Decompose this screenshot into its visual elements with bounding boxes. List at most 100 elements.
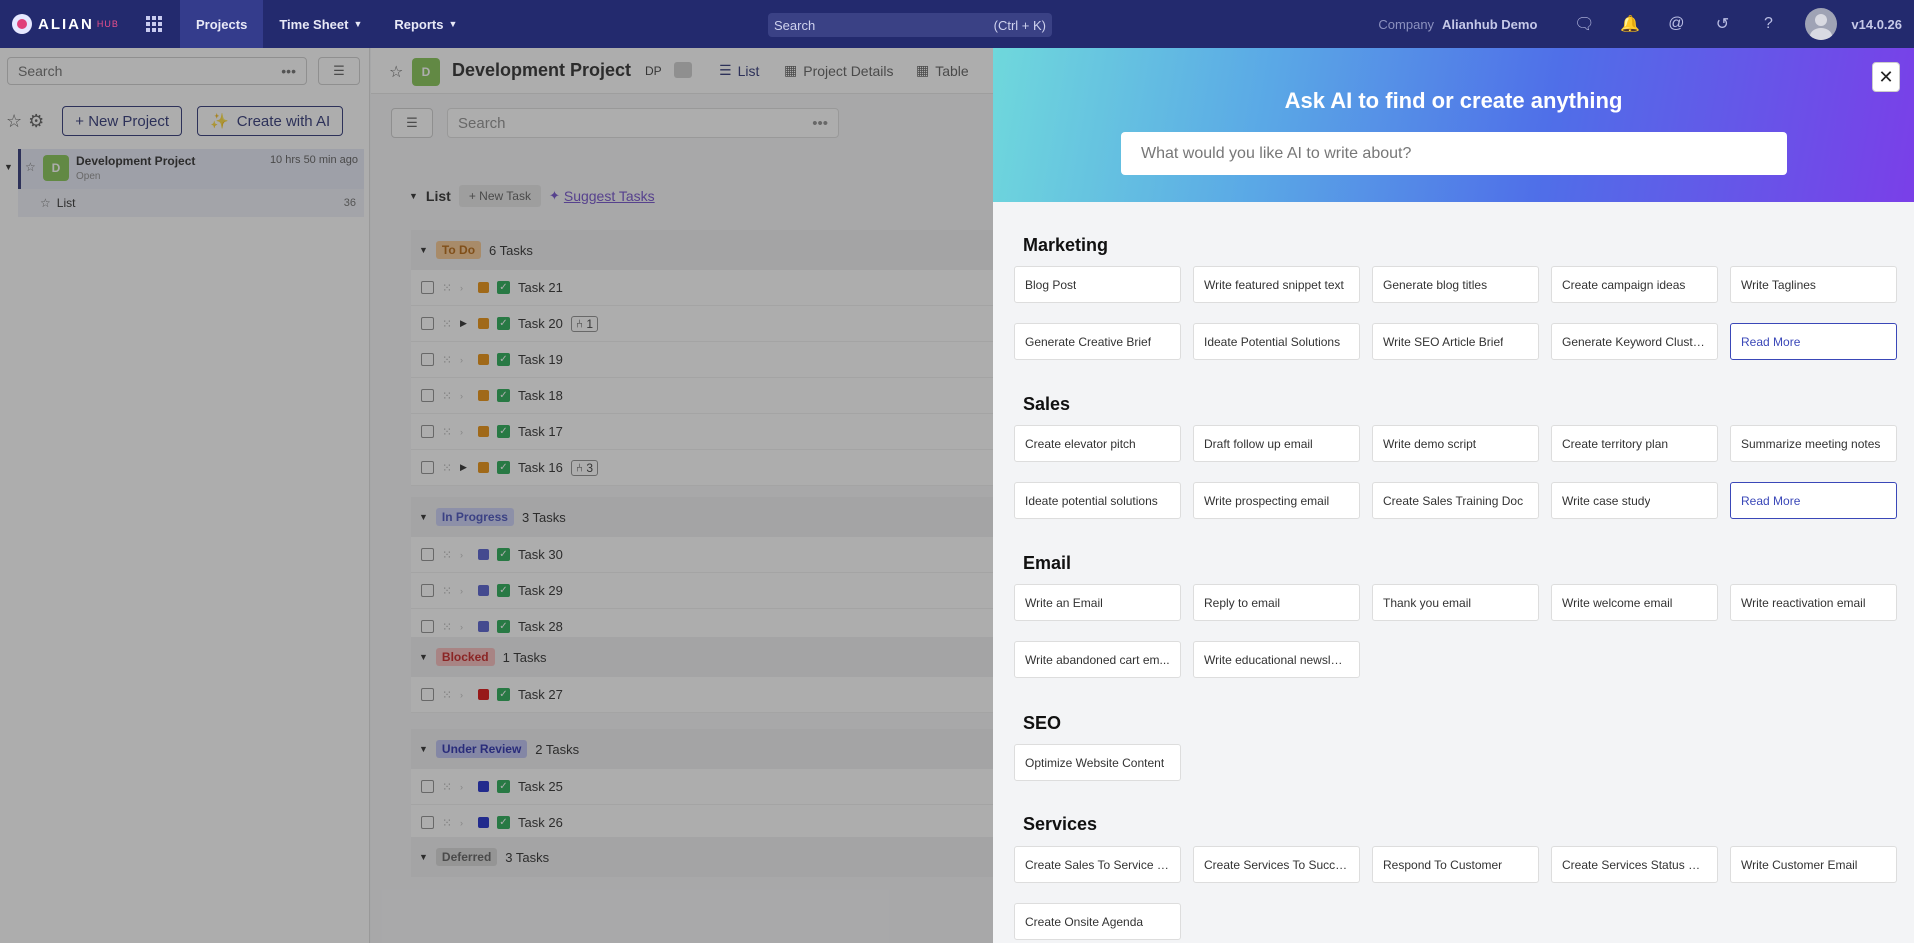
top-navbar: ALIAN HUB Projects Time Sheet ▼ Reports ▼ … bbox=[0, 0, 1914, 48]
prompt-card-label: Respond To Customer bbox=[1383, 857, 1503, 872]
close-button[interactable]: ✕ bbox=[1872, 62, 1900, 92]
prompt-card[interactable]: Write welcome email bbox=[1551, 584, 1718, 621]
bell-icon[interactable]: 🔔 bbox=[1619, 13, 1641, 35]
prompt-card[interactable]: Create campaign ideas bbox=[1551, 266, 1718, 303]
prompt-card[interactable]: Write Customer Email bbox=[1730, 846, 1897, 883]
prompt-card-label: Create Onsite Agenda bbox=[1025, 914, 1144, 929]
prompt-card-label: Create elevator pitch bbox=[1025, 436, 1136, 451]
top-right-controls: Company Alianhub Demo 🗨 🔔 @ ↺ ? v14.0.26 bbox=[1378, 0, 1902, 48]
prompt-card-label: Write case study bbox=[1562, 493, 1651, 508]
help-icon[interactable]: ? bbox=[1757, 13, 1779, 35]
global-search-placeholder: Search bbox=[774, 17, 816, 33]
section-title: Sales bbox=[1023, 394, 1071, 414]
prompt-card-label: Create Services To Succe... bbox=[1204, 857, 1349, 872]
prompt-card-grid: Optimize Website Content bbox=[1014, 744, 1894, 781]
prompt-card-label: Generate blog titles bbox=[1383, 277, 1488, 292]
global-search[interactable]: Search (Ctrl + K) bbox=[768, 13, 1052, 37]
prompt-card[interactable]: Write featured snippet text bbox=[1193, 266, 1360, 303]
prompt-card[interactable]: Optimize Website Content bbox=[1014, 744, 1181, 781]
prompt-card-label: Write reactivation email bbox=[1741, 595, 1866, 610]
prompt-card[interactable]: Generate blog titles bbox=[1372, 266, 1539, 303]
mention-icon[interactable]: @ bbox=[1665, 13, 1687, 35]
prompt-card-label: Create territory plan bbox=[1562, 436, 1669, 451]
close-icon: ✕ bbox=[1878, 66, 1894, 87]
prompt-card[interactable]: Summarize meeting notes bbox=[1730, 425, 1897, 462]
prompt-card[interactable]: Blog Post bbox=[1014, 266, 1181, 303]
version: v14.0.26 bbox=[1851, 16, 1902, 32]
nav-timesheet-label: Time Sheet bbox=[279, 16, 349, 32]
company-name[interactable]: Alianhub Demo bbox=[1442, 17, 1537, 32]
prompt-card[interactable]: Write Taglines bbox=[1730, 266, 1897, 303]
modal-backdrop[interactable] bbox=[0, 48, 993, 943]
prompt-card-label: Write educational newslet... bbox=[1204, 652, 1349, 667]
ai-prompt-input[interactable] bbox=[1121, 132, 1787, 175]
prompt-card-grid: Create elevator pitch Draft follow up ema… bbox=[1014, 425, 1897, 519]
prompt-card-label: Create Services Status Re... bbox=[1562, 857, 1707, 872]
prompt-card[interactable]: Create Services Status Re... bbox=[1551, 846, 1718, 883]
read-more-button[interactable]: Read More bbox=[1730, 482, 1897, 519]
prompt-card[interactable]: Respond To Customer bbox=[1372, 846, 1539, 883]
prompt-card[interactable]: Create elevator pitch bbox=[1014, 425, 1181, 462]
prompt-card[interactable]: Generate Keyword Clusters bbox=[1551, 323, 1718, 360]
section-title: Services bbox=[1023, 814, 1098, 834]
prompt-card-label: Write Customer Email bbox=[1741, 857, 1858, 872]
prompt-card-label: Write welcome email bbox=[1562, 595, 1673, 610]
prompt-card-label: Read More bbox=[1741, 493, 1801, 508]
logo[interactable]: ALIAN HUB bbox=[0, 14, 146, 34]
prompt-card-label: Generate Creative Brief bbox=[1025, 334, 1152, 349]
prompt-card[interactable]: Ideate Potential Solutions bbox=[1193, 323, 1360, 360]
prompt-card[interactable]: Write educational newslet... bbox=[1193, 641, 1360, 678]
prompt-card-label: Ideate potential solutions bbox=[1025, 493, 1158, 508]
prompt-card-label: Write Taglines bbox=[1741, 277, 1816, 292]
prompt-card[interactable]: Thank you email bbox=[1372, 584, 1539, 621]
prompt-card[interactable]: Write SEO Article Brief bbox=[1372, 323, 1539, 360]
prompt-card[interactable]: Write reactivation email bbox=[1730, 584, 1897, 621]
prompt-card[interactable]: Create Sales To Service H... bbox=[1014, 846, 1181, 883]
prompt-card[interactable]: Write case study bbox=[1551, 482, 1718, 519]
alianhub-logo-icon bbox=[12, 14, 32, 34]
prompt-card-label: Optimize Website Content bbox=[1025, 755, 1165, 770]
route-icon[interactable]: ↺ bbox=[1711, 13, 1733, 35]
prompt-card-label: Blog Post bbox=[1025, 277, 1077, 292]
prompt-card-label: Read More bbox=[1741, 334, 1801, 349]
prompt-card-label: Create Sales Training Doc bbox=[1383, 493, 1524, 508]
chat-icon[interactable]: 🗨 bbox=[1573, 13, 1595, 35]
prompt-card-label: Write demo script bbox=[1383, 436, 1477, 451]
prompt-card[interactable]: Generate Creative Brief bbox=[1014, 323, 1181, 360]
prompt-card-label: Create campaign ideas bbox=[1562, 277, 1686, 292]
nav-projects-label: Projects bbox=[196, 16, 248, 32]
read-more-button[interactable]: Read More bbox=[1730, 323, 1897, 360]
search-shortcut: (Ctrl + K) bbox=[993, 17, 1046, 33]
nav-reports-label: Reports bbox=[394, 16, 444, 32]
prompt-card[interactable]: Create Sales Training Doc bbox=[1372, 482, 1539, 519]
logo-sub: HUB bbox=[96, 19, 119, 29]
ai-hero-banner: Ask AI to find or create anything ✕ bbox=[993, 48, 1914, 202]
prompt-card-label: Write abandoned cart em... bbox=[1025, 652, 1170, 667]
prompt-card[interactable]: Write demo script bbox=[1372, 425, 1539, 462]
prompt-card-label: Write SEO Article Brief bbox=[1383, 334, 1504, 349]
prompt-card-label: Generate Keyword Clusters bbox=[1562, 334, 1707, 349]
prompt-card[interactable]: Write prospecting email bbox=[1193, 482, 1360, 519]
prompt-card-label: Draft follow up email bbox=[1204, 436, 1313, 451]
prompt-card[interactable]: Create territory plan bbox=[1551, 425, 1718, 462]
prompt-card[interactable]: Draft follow up email bbox=[1193, 425, 1360, 462]
prompt-card[interactable]: Create Services To Succe... bbox=[1193, 846, 1360, 883]
section-title: Email bbox=[1023, 553, 1072, 573]
prompt-card-label: Reply to email bbox=[1204, 595, 1281, 610]
prompt-card[interactable]: Ideate potential solutions bbox=[1014, 482, 1181, 519]
prompt-card[interactable]: Reply to email bbox=[1193, 584, 1360, 621]
section-title: SEO bbox=[1023, 713, 1062, 733]
nav-timesheet[interactable]: Time Sheet ▼ bbox=[263, 0, 378, 48]
avatar[interactable] bbox=[1805, 8, 1838, 40]
nav-projects[interactable]: Projects bbox=[180, 0, 264, 48]
prompt-card-grid: Create Sales To Service H... Create Servi… bbox=[1014, 846, 1897, 940]
prompt-card-grid: Write an Email Reply to email Thank you em… bbox=[1014, 584, 1897, 678]
prompt-card[interactable]: Create Onsite Agenda bbox=[1014, 903, 1181, 940]
prompt-card[interactable]: Write an Email bbox=[1014, 584, 1181, 621]
company-label: Company bbox=[1378, 16, 1435, 32]
prompt-card-label: Summarize meeting notes bbox=[1741, 436, 1881, 451]
prompt-card-label: Write prospecting email bbox=[1204, 493, 1330, 508]
nav-reports[interactable]: Reports ▼ bbox=[378, 0, 473, 48]
prompt-card[interactable]: Write abandoned cart em... bbox=[1014, 641, 1181, 678]
apps-grid-icon[interactable] bbox=[146, 16, 162, 32]
